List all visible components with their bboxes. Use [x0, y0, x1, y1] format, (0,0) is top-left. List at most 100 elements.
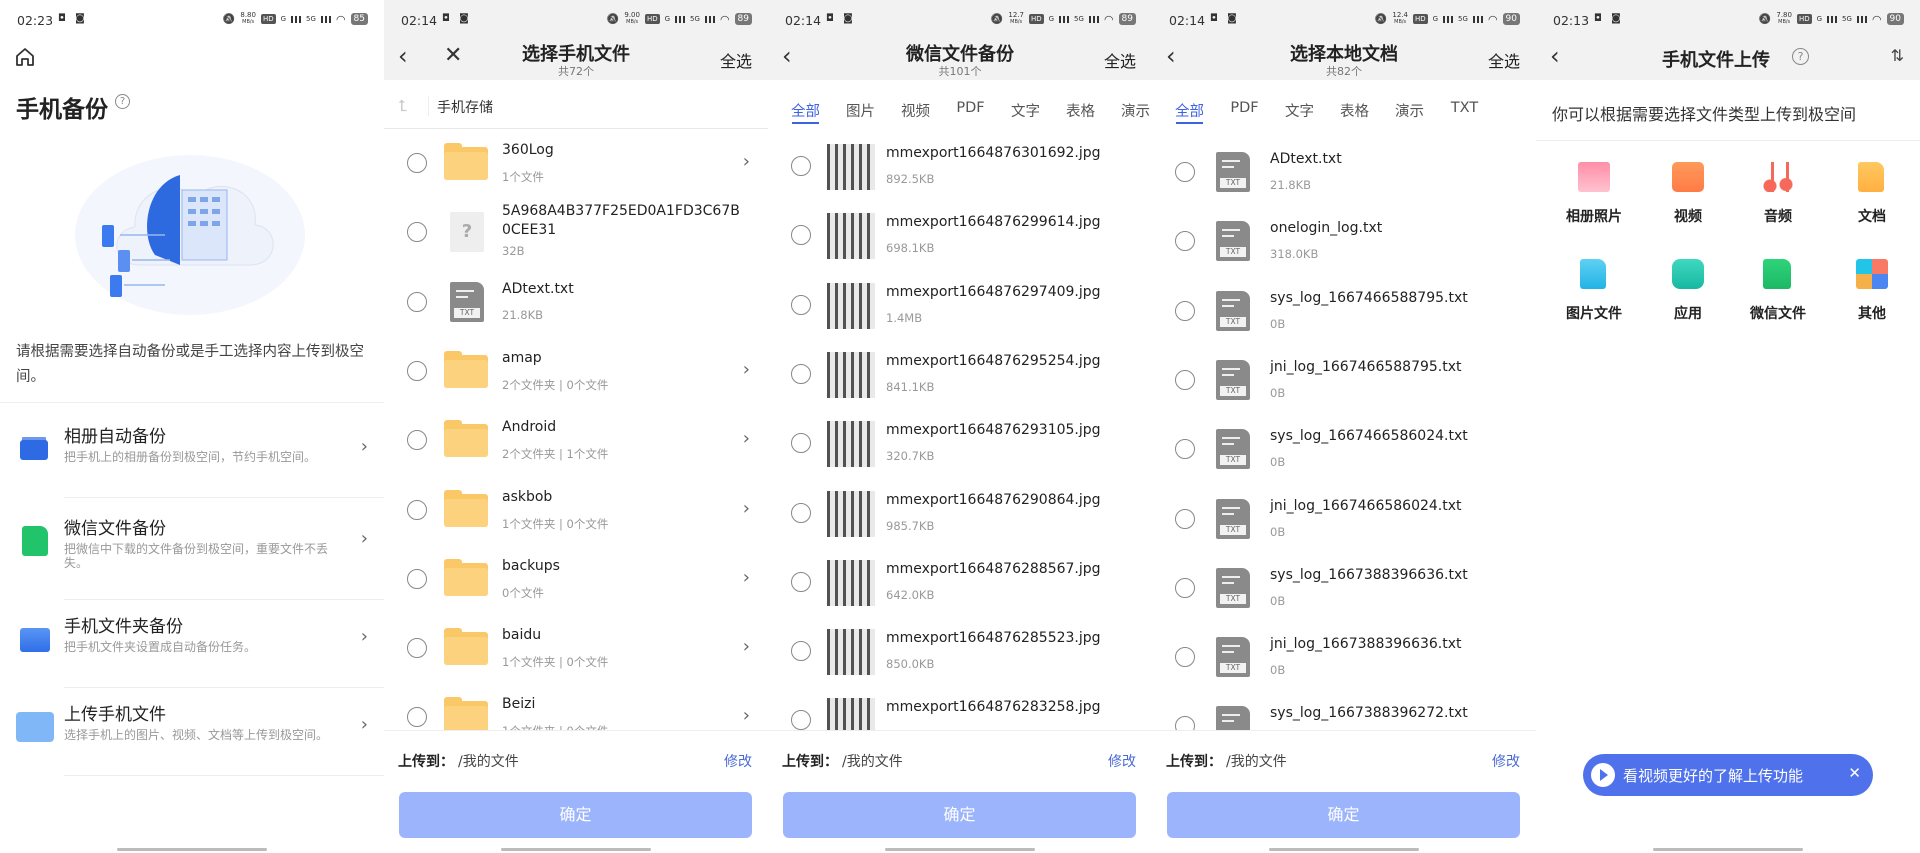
select-radio[interactable] — [791, 502, 811, 523]
select-all-button[interactable]: 全选 — [1104, 48, 1136, 72]
select-radio[interactable] — [407, 707, 427, 728]
select-radio[interactable] — [1175, 716, 1195, 730]
select-radio[interactable] — [1175, 508, 1195, 529]
file-row[interactable]: TXT jni_log_1667466586024.txt 0B — [1152, 485, 1536, 554]
help-icon[interactable]: ? — [1792, 48, 1809, 65]
chevron-right-icon[interactable]: › — [743, 636, 750, 657]
close-icon[interactable]: ✕ — [1848, 764, 1861, 782]
tab-6[interactable]: TXT — [1437, 100, 1492, 130]
file-row[interactable]: 360Log 1个文件 › — [384, 129, 768, 198]
tab-7[interactable]: 演示 — [1108, 100, 1152, 130]
select-radio[interactable] — [1175, 369, 1195, 390]
file-row[interactable]: TXT jni_log_1667388396636.txt 0B — [1152, 623, 1536, 692]
select-radio[interactable] — [791, 571, 811, 592]
select-radio[interactable] — [407, 499, 427, 520]
backup-option-4[interactable]: 上传手机文件 选择手机上的图片、视频、文档等上传到极空间。 › — [0, 690, 384, 776]
chevron-right-icon[interactable]: › — [743, 705, 750, 726]
category-photo-album[interactable]: 相册照片 — [1559, 158, 1629, 238]
select-radio[interactable] — [407, 360, 427, 381]
tab-5[interactable]: 演示 — [1382, 100, 1437, 130]
file-row[interactable]: TXT ADtext.txt 21.8KB — [384, 268, 768, 337]
file-row[interactable]: baidu 1个文件夹 | 0个文件 › — [384, 614, 768, 683]
select-radio[interactable] — [407, 430, 427, 451]
confirm-button[interactable]: 确定 — [1167, 792, 1520, 838]
file-row[interactable]: mmexport1664876290864.jpg 985.7KB — [768, 479, 1152, 548]
file-row[interactable]: TXT sys_log_1667388396636.txt 0B — [1152, 554, 1536, 623]
breadcrumb[interactable]: 手机存储 — [437, 97, 493, 117]
video-tip-toast[interactable]: 看视频更好的了解上传功能 ✕ — [1583, 754, 1873, 796]
tab-6[interactable]: 表格 — [1053, 100, 1108, 130]
file-row[interactable]: askbob 1个文件夹 | 0个文件 › — [384, 476, 768, 545]
file-row[interactable]: mmexport1664876297409.jpg 1.4MB — [768, 271, 1152, 340]
select-radio[interactable] — [1175, 439, 1195, 460]
file-row[interactable]: mmexport1664876295254.jpg 841.1KB — [768, 340, 1152, 409]
category-app[interactable]: 应用 — [1653, 255, 1723, 335]
select-radio[interactable] — [1175, 300, 1195, 321]
tab-2[interactable]: 图片 — [833, 100, 888, 130]
select-radio[interactable] — [791, 363, 811, 384]
select-radio[interactable] — [407, 291, 427, 312]
tab-3[interactable]: 视频 — [888, 100, 943, 130]
category-other[interactable]: 其他 — [1837, 255, 1907, 335]
file-row[interactable]: mmexport1664876293105.jpg 320.7KB — [768, 409, 1152, 478]
file-row[interactable]: mmexport1664876301692.jpg 892.5KB — [768, 132, 1152, 201]
category-document[interactable]: 文档 — [1837, 158, 1907, 238]
file-row[interactable]: TXT onelogin_log.txt 318.0KB — [1152, 207, 1536, 276]
file-row[interactable]: mmexport1664876299614.jpg 698.1KB — [768, 201, 1152, 270]
file-row[interactable]: TXT sys_log_1667466588795.txt 0B — [1152, 277, 1536, 346]
select-radio[interactable] — [1175, 577, 1195, 598]
file-row[interactable]: ? 5A968A4B377F25ED0A1FD3C67B0CEE31 32B — [384, 198, 768, 267]
modify-button[interactable]: 修改 — [1108, 751, 1136, 771]
confirm-button[interactable]: 确定 — [783, 792, 1136, 838]
tab-5[interactable]: 文字 — [998, 100, 1053, 130]
select-radio[interactable] — [1175, 231, 1195, 252]
backup-option-2[interactable]: 微信文件备份 把微信中下载的文件备份到极空间，重要文件不丢失。 › — [0, 504, 384, 600]
file-row[interactable]: amap 2个文件夹 | 0个文件 › — [384, 337, 768, 406]
select-radio[interactable] — [791, 225, 811, 246]
tab-1[interactable]: 全部 — [1162, 100, 1217, 130]
modify-button[interactable]: 修改 — [724, 751, 752, 771]
backup-option-3[interactable]: 手机文件夹备份 把手机文件夹设置成自动备份任务。 › — [0, 602, 384, 688]
file-row[interactable]: TXT ADtext.txt 21.8KB — [1152, 138, 1536, 207]
chevron-right-icon[interactable]: › — [743, 498, 750, 519]
file-row[interactable]: TXT sys_log_1667466586024.txt 0B — [1152, 415, 1536, 484]
file-row[interactable]: backups 0个文件 › — [384, 545, 768, 614]
tab-3[interactable]: 文字 — [1272, 100, 1327, 130]
category-music[interactable]: 音频 — [1743, 158, 1813, 238]
select-radio[interactable] — [791, 433, 811, 454]
select-radio[interactable] — [407, 222, 427, 243]
file-row[interactable]: Android 2个文件夹 | 1个文件 › — [384, 406, 768, 475]
select-radio[interactable] — [407, 638, 427, 659]
file-row[interactable]: mmexport1664876283258.jpg — [768, 686, 1152, 730]
help-icon[interactable]: ? — [115, 94, 130, 109]
category-wechat-file[interactable]: 微信文件 — [1743, 255, 1813, 335]
modify-button[interactable]: 修改 — [1492, 751, 1520, 771]
tab-4[interactable]: PDF — [943, 100, 998, 130]
tab-2[interactable]: PDF — [1217, 100, 1272, 130]
file-row[interactable]: Beizi 1个文件夹 | 0个文件 › — [384, 683, 768, 730]
chevron-right-icon[interactable]: › — [743, 151, 750, 172]
tab-1[interactable]: 全部 — [778, 100, 833, 130]
select-radio[interactable] — [407, 153, 427, 173]
category-video[interactable]: 视频 — [1653, 158, 1723, 238]
backup-option-1[interactable]: 相册自动备份 把手机上的相册备份到极空间，节约手机空间。 › — [0, 412, 384, 498]
sort-icon[interactable]: ⇅ — [1891, 46, 1904, 65]
chevron-right-icon[interactable]: › — [743, 359, 750, 380]
select-radio[interactable] — [1175, 162, 1195, 182]
select-radio[interactable] — [791, 156, 811, 176]
chevron-right-icon[interactable]: › — [743, 428, 750, 449]
category-image-file[interactable]: 图片文件 — [1559, 255, 1629, 335]
parent-folder-icon[interactable]: ⮤ — [398, 96, 407, 116]
select-radio[interactable] — [791, 641, 811, 662]
chevron-right-icon[interactable]: › — [743, 567, 750, 588]
select-all-button[interactable]: 全选 — [720, 48, 752, 72]
tab-4[interactable]: 表格 — [1327, 100, 1382, 130]
select-all-button[interactable]: 全选 — [1488, 48, 1520, 72]
file-row[interactable]: mmexport1664876285523.jpg 850.0KB — [768, 617, 1152, 686]
file-row[interactable]: TXT sys_log_1667388396272.txt — [1152, 692, 1536, 730]
file-row[interactable]: TXT jni_log_1667466588795.txt 0B — [1152, 346, 1536, 415]
file-row[interactable]: mmexport1664876288567.jpg 642.0KB — [768, 548, 1152, 617]
confirm-button[interactable]: 确定 — [399, 792, 752, 838]
select-radio[interactable] — [1175, 647, 1195, 668]
select-radio[interactable] — [791, 294, 811, 315]
